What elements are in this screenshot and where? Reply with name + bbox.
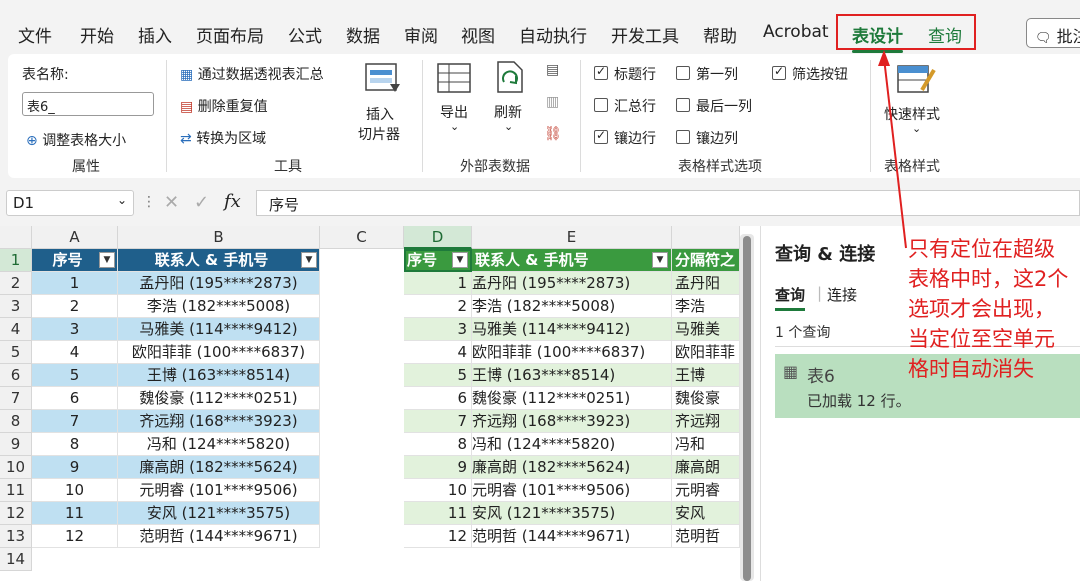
annotation-note: 只有定位在超级表格中时，这2个选项才会出现，当定位至空单元格时自动消失 [908,237,1069,381]
